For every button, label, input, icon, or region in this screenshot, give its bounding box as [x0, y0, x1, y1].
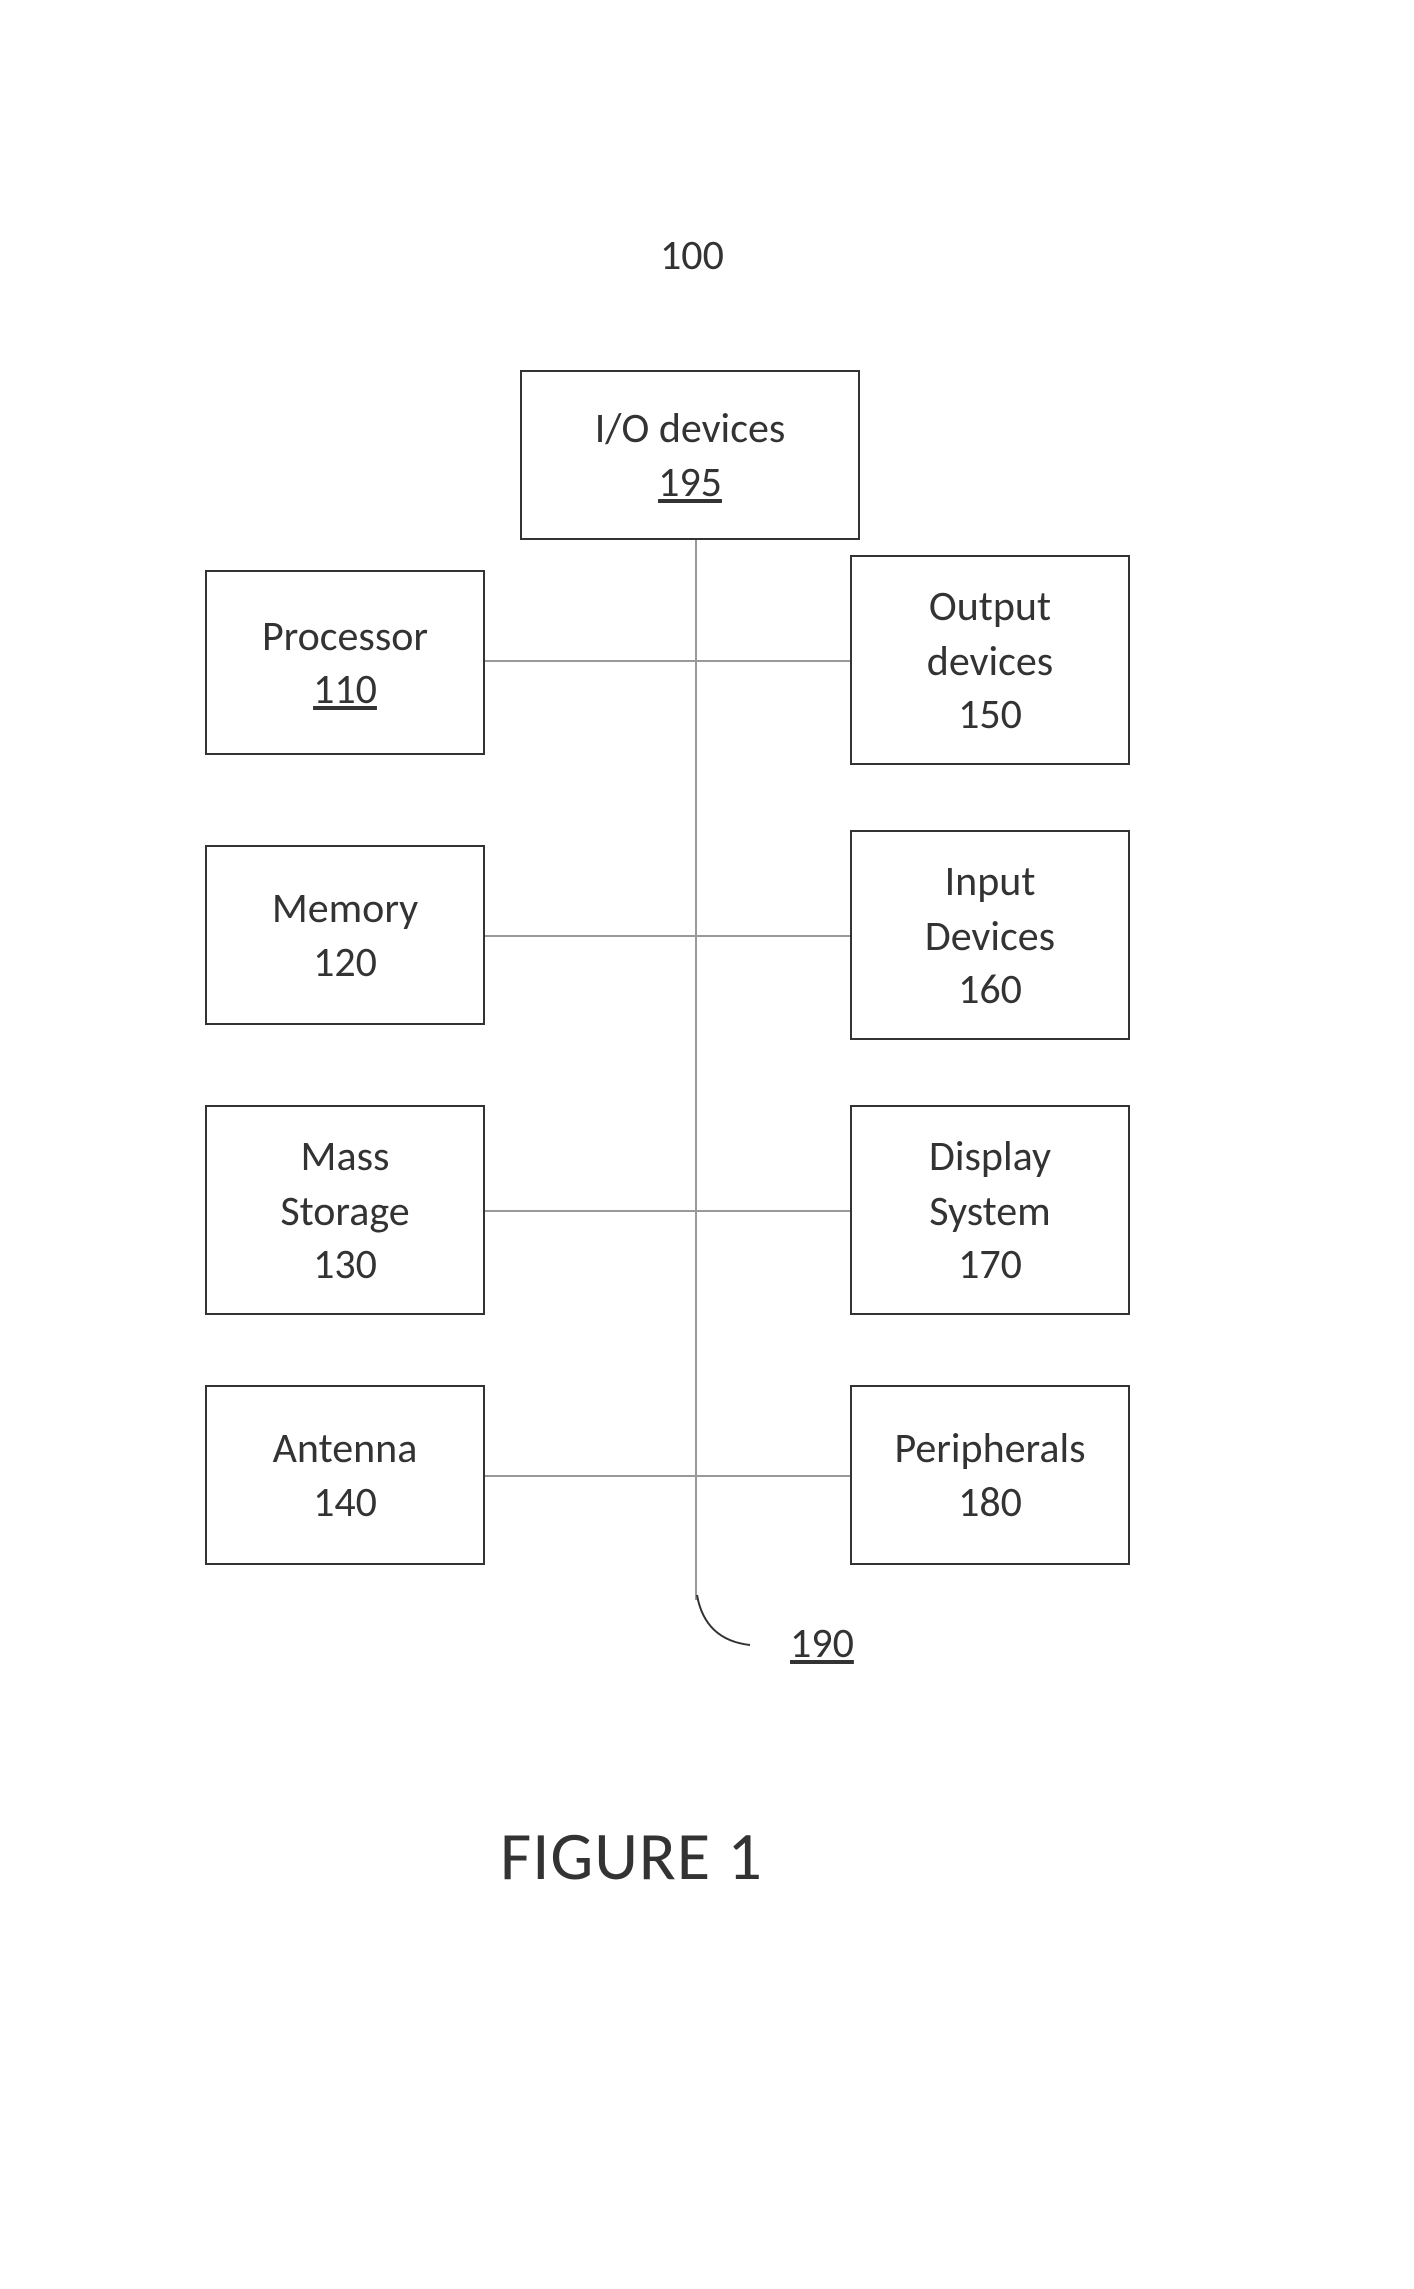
- output-label2: devices: [927, 635, 1053, 690]
- storage-label1: Mass: [301, 1130, 390, 1185]
- block-io-devices: I/O devices 195: [520, 370, 860, 540]
- processor-number: 110: [313, 664, 377, 715]
- diagram-container: 100 I/O devices 195 Processor 110 Output…: [0, 0, 1414, 2289]
- peripherals-label: Peripherals: [894, 1422, 1085, 1477]
- connector-peripherals: [697, 1475, 852, 1477]
- system-ref-number: 100: [660, 230, 724, 281]
- block-antenna: Antenna 140: [205, 1385, 485, 1565]
- display-label1: Display: [929, 1130, 1051, 1185]
- bus-ref-number: 190: [790, 1618, 854, 1669]
- peripherals-number: 180: [958, 1477, 1022, 1528]
- input-label2: Devices: [925, 910, 1055, 965]
- connector-display: [697, 1210, 852, 1212]
- memory-number: 120: [313, 937, 377, 988]
- output-label1: Output: [929, 580, 1051, 635]
- block-display-system: Display System 170: [850, 1105, 1130, 1315]
- connector-output: [697, 660, 852, 662]
- storage-label2: Storage: [280, 1185, 409, 1240]
- antenna-number: 140: [313, 1477, 377, 1528]
- figure-caption: FIGURE 1: [500, 1815, 763, 1898]
- input-devices-number: 160: [958, 964, 1022, 1015]
- display-system-number: 170: [958, 1239, 1022, 1290]
- block-memory: Memory 120: [205, 845, 485, 1025]
- block-output-devices: Output devices 150: [850, 555, 1130, 765]
- vertical-bus-line: [695, 540, 697, 1600]
- block-peripherals: Peripherals 180: [850, 1385, 1130, 1565]
- block-input-devices: Input Devices 160: [850, 830, 1130, 1040]
- antenna-label: Antenna: [273, 1422, 418, 1477]
- mass-storage-number: 130: [313, 1239, 377, 1290]
- io-devices-number: 195: [658, 457, 722, 508]
- block-mass-storage: Mass Storage 130: [205, 1105, 485, 1315]
- processor-label: Processor: [262, 610, 428, 665]
- memory-label: Memory: [272, 882, 418, 937]
- display-label2: System: [929, 1185, 1050, 1240]
- connector-input: [697, 935, 852, 937]
- io-devices-label: I/O devices: [595, 402, 786, 457]
- input-label1: Input: [945, 855, 1036, 910]
- block-processor: Processor 110: [205, 570, 485, 755]
- output-devices-number: 150: [958, 689, 1022, 740]
- bus-ref-connector: [695, 1590, 775, 1655]
